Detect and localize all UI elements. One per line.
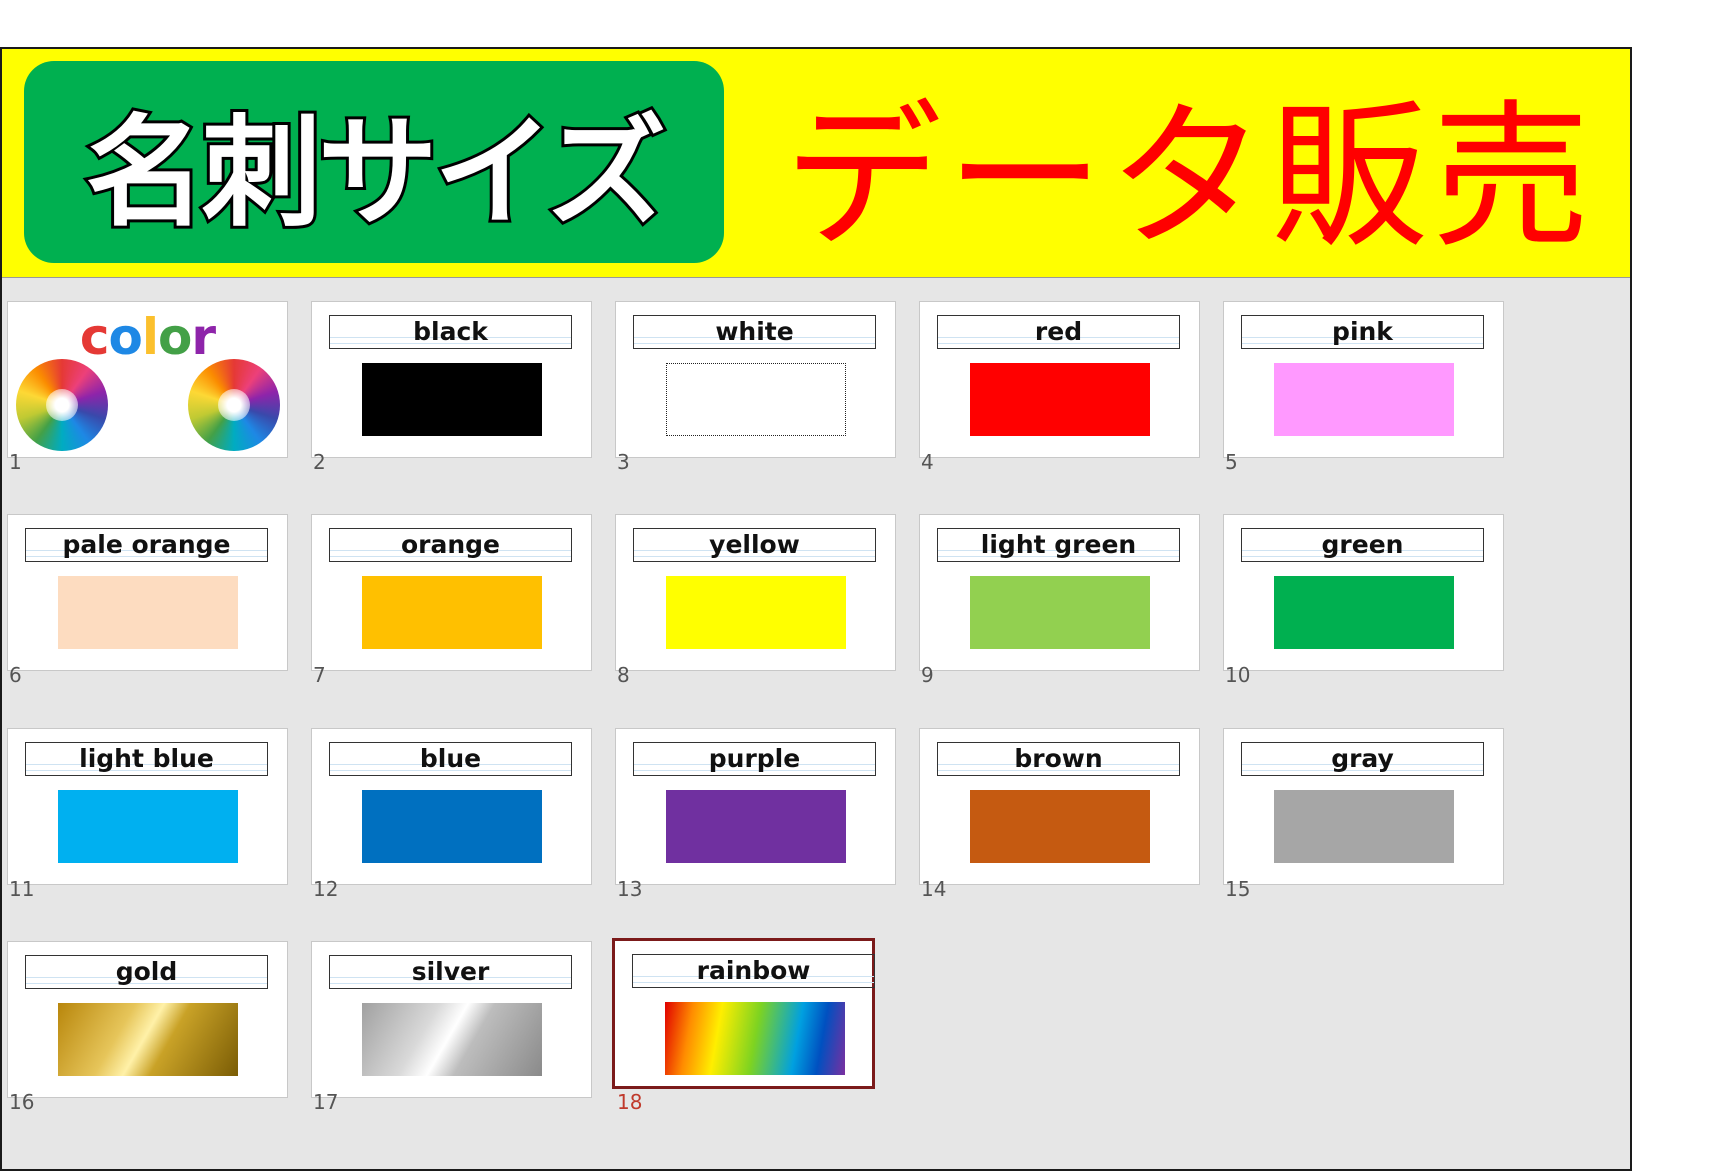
color-swatch bbox=[362, 790, 542, 863]
slide-thumbnail-gray[interactable]: gray bbox=[1223, 728, 1504, 885]
color-label: pale orange bbox=[25, 528, 268, 562]
slide-number: 5 bbox=[1225, 450, 1238, 474]
slide-thumbnail-light-blue[interactable]: light blue bbox=[7, 728, 288, 885]
slide-number: 8 bbox=[617, 663, 630, 687]
color-swatch bbox=[665, 1002, 845, 1075]
slide-thumbnail-purple[interactable]: purple bbox=[615, 728, 896, 885]
color-wheel-icon bbox=[188, 359, 280, 451]
color-label: brown bbox=[937, 742, 1180, 776]
color-swatch bbox=[1274, 576, 1454, 649]
color-swatch bbox=[58, 790, 238, 863]
banner-title-left: 名刺サイズ bbox=[83, 101, 669, 246]
cover-title: color bbox=[8, 308, 287, 366]
color-wheel-icon bbox=[16, 359, 108, 451]
slide-thumbnail-green[interactable]: green bbox=[1223, 514, 1504, 671]
cover-title-letter: o bbox=[158, 308, 192, 366]
color-swatch bbox=[970, 790, 1150, 863]
color-label: gold bbox=[25, 955, 268, 989]
slide-number: 11 bbox=[9, 877, 35, 901]
color-label: rainbow bbox=[632, 954, 875, 988]
color-label: yellow bbox=[633, 528, 876, 562]
slide-number: 9 bbox=[921, 663, 934, 687]
slide-number: 4 bbox=[921, 450, 934, 474]
slide-number: 13 bbox=[617, 877, 643, 901]
slide-number: 17 bbox=[313, 1090, 339, 1114]
slide-number: 7 bbox=[313, 663, 326, 687]
slide-thumbnail-silver[interactable]: silver bbox=[311, 941, 592, 1098]
slide-number: 16 bbox=[9, 1090, 35, 1114]
slide-thumbnail-pink[interactable]: pink bbox=[1223, 301, 1504, 458]
slide-thumbnail-light-green[interactable]: light green bbox=[919, 514, 1200, 671]
color-swatch bbox=[362, 1003, 542, 1076]
banner-title-right: データ販売 bbox=[784, 85, 1594, 270]
slide-thumbnail-white[interactable]: white bbox=[615, 301, 896, 458]
slide-number: 6 bbox=[9, 663, 22, 687]
slide-number: 18 bbox=[617, 1090, 643, 1114]
color-label: blue bbox=[329, 742, 572, 776]
color-label: purple bbox=[633, 742, 876, 776]
cover-title-letter: o bbox=[108, 308, 143, 366]
slide-number: 12 bbox=[313, 877, 339, 901]
slide-sorter-window: 名刺サイズ データ販売 color 1 black 2 white 3 red 4 pink 5 p… bbox=[0, 47, 1632, 1171]
cover-title-letter: c bbox=[79, 308, 110, 366]
color-label: black bbox=[329, 315, 572, 349]
title-pill: 名刺サイズ bbox=[24, 61, 724, 263]
slide-thumbnail-black[interactable]: black bbox=[311, 301, 592, 458]
slide-thumbnail-brown[interactable]: brown bbox=[919, 728, 1200, 885]
color-swatch bbox=[1274, 790, 1454, 863]
color-swatch bbox=[666, 790, 846, 863]
color-swatch bbox=[58, 576, 238, 649]
slide-thumbnail-pale-orange[interactable]: pale orange bbox=[7, 514, 288, 671]
slide-thumbnail-red[interactable]: red bbox=[919, 301, 1200, 458]
color-swatch bbox=[1274, 363, 1454, 436]
slide-thumbnail-orange[interactable]: orange bbox=[311, 514, 592, 671]
slide-thumbnail-rainbow[interactable]: rainbow bbox=[612, 938, 875, 1089]
color-label: light blue bbox=[25, 742, 268, 776]
color-swatch bbox=[666, 363, 846, 436]
slide-thumbnail-gold[interactable]: gold bbox=[7, 941, 288, 1098]
color-swatch bbox=[362, 576, 542, 649]
color-label: white bbox=[633, 315, 876, 349]
slide-thumbnail-cover[interactable]: color bbox=[7, 301, 288, 458]
cover-title-letter: l bbox=[141, 308, 159, 366]
title-banner: 名刺サイズ データ販売 bbox=[2, 49, 1630, 278]
cover-title-letter: r bbox=[191, 308, 216, 366]
slide-thumbnail-blue[interactable]: blue bbox=[311, 728, 592, 885]
color-swatch bbox=[666, 576, 846, 649]
color-swatch bbox=[58, 1003, 238, 1076]
color-swatch bbox=[362, 363, 542, 436]
color-swatch bbox=[970, 363, 1150, 436]
slide-number: 10 bbox=[1225, 663, 1251, 687]
slide-number: 15 bbox=[1225, 877, 1251, 901]
slide-number: 14 bbox=[921, 877, 947, 901]
color-label: green bbox=[1241, 528, 1484, 562]
color-label: silver bbox=[329, 955, 572, 989]
color-swatch bbox=[970, 576, 1150, 649]
slide-number: 2 bbox=[313, 450, 326, 474]
slide-grid: color 1 black 2 white 3 red 4 pink 5 pale orange 6 o… bbox=[2, 277, 1630, 1169]
slide-number: 1 bbox=[9, 450, 22, 474]
color-label: pink bbox=[1241, 315, 1484, 349]
color-label: orange bbox=[329, 528, 572, 562]
slide-number: 3 bbox=[617, 450, 630, 474]
slide-thumbnail-yellow[interactable]: yellow bbox=[615, 514, 896, 671]
color-label: gray bbox=[1241, 742, 1484, 776]
color-label: light green bbox=[937, 528, 1180, 562]
color-label: red bbox=[937, 315, 1180, 349]
